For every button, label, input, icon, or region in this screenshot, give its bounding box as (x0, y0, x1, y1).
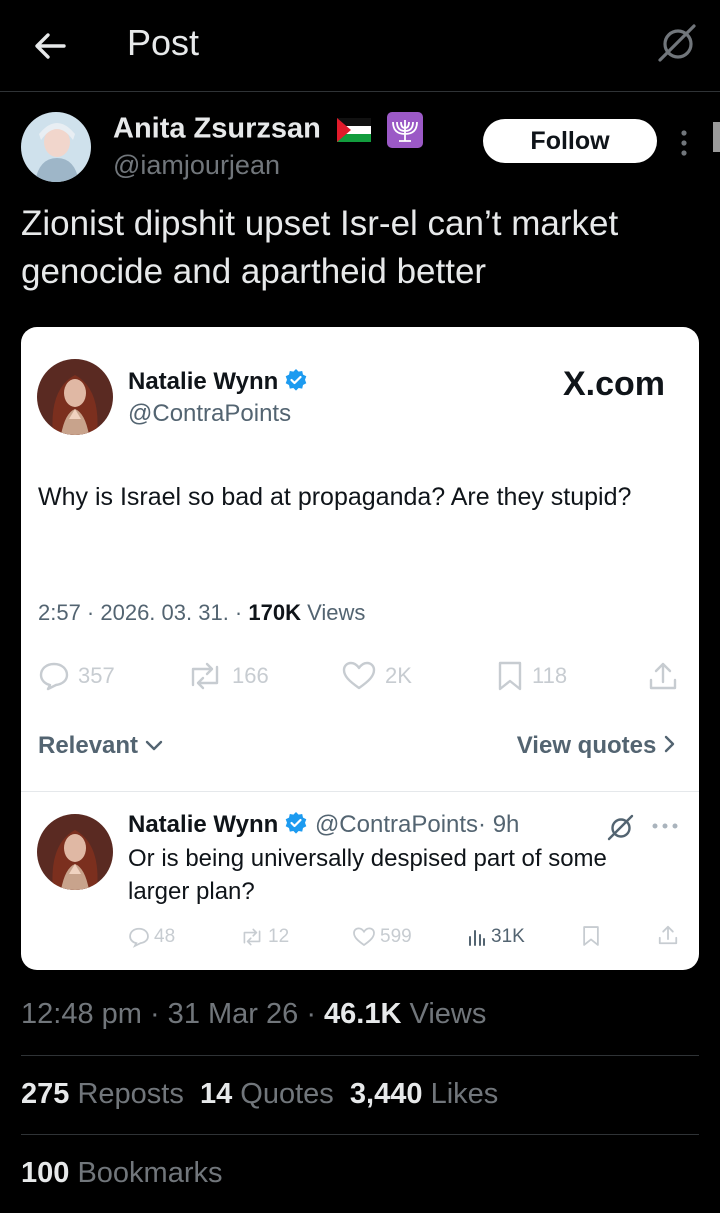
embed-author-handle[interactable]: @ContraPoints (128, 400, 291, 428)
quotes-count: 14 (199, 1078, 233, 1110)
embed-divider (21, 791, 699, 792)
stats-divider-2 (21, 1134, 699, 1135)
reply-repost-button[interactable]: 12 (240, 924, 289, 950)
back-arrow-icon[interactable] (30, 26, 70, 66)
reply-text: Or is being universally despised part of… (128, 845, 607, 905)
reply-like-count: 599 (380, 926, 412, 947)
reposts-stat[interactable]: 275 Reposts (21, 1078, 184, 1110)
embed-author-name[interactable]: Natalie Wynn (128, 368, 308, 396)
scrollbar[interactable] (713, 122, 720, 152)
bookmarks-stat[interactable]: 100 Bookmarks (21, 1157, 223, 1190)
embed-repost-button[interactable]: 166 (186, 660, 269, 692)
embed-reply-count: 357 (78, 663, 115, 688)
embed-post-meta: 2:57 · 2026. 03. 31. · 170K Views (38, 600, 365, 626)
post-views-count: 46.1K (324, 998, 402, 1030)
embed-post-text: Why is Israel so bad at propaganda? Are … (38, 483, 632, 511)
view-quotes-label: View quotes (516, 732, 657, 759)
embed-repost-count: 166 (232, 663, 269, 688)
bookmarks-count: 100 (21, 1157, 70, 1189)
reply-age: · 9h (478, 811, 520, 838)
reply-author-handle[interactable]: @ContraPoints (315, 811, 478, 838)
post-timestamp: 12:48 pm · 31 Mar 26 · 46.1K Views (21, 998, 486, 1031)
page-title: Post (127, 22, 200, 63)
share-icon[interactable] (647, 660, 679, 692)
post-views-label: Views (409, 998, 487, 1030)
sort-relevant-label: Relevant (38, 732, 139, 759)
embed-like-count: 2K (385, 663, 412, 688)
likes-stat[interactable]: 3,440 Likes (350, 1078, 498, 1110)
repost-icon (191, 662, 219, 690)
reply-author-avatar[interactable] (37, 814, 113, 890)
embed-reply-button[interactable]: 357 (38, 660, 115, 692)
chevron-down-icon (145, 740, 162, 751)
reply-header: Natalie Wynn @ContraPoints· 9h (128, 811, 519, 839)
grok-icon[interactable] (654, 22, 698, 66)
embedded-post-card[interactable]: Natalie Wynn @ContraPoints X.com Why is … (21, 327, 699, 970)
post-text: Zionist dipshit upset Isr-el can’t marke… (21, 204, 619, 291)
quotes-stat[interactable]: 14 Quotes (200, 1078, 334, 1110)
reply-author-name[interactable]: Natalie Wynn (128, 811, 278, 838)
likes-label: Likes (430, 1078, 499, 1110)
stats-divider (21, 1055, 699, 1056)
reply-repost-count: 12 (268, 926, 290, 947)
verified-badge-icon (285, 812, 307, 834)
author-handle[interactable]: @iamjourjean (113, 150, 280, 181)
embed-bookmark-button[interactable]: 118 (496, 660, 567, 692)
engagement-stats: 275 Reposts 14 Quotes 3,440 Likes (21, 1078, 498, 1111)
reply-reply-count: 48 (154, 926, 176, 947)
follow-button[interactable]: Follow (483, 119, 657, 163)
embed-bookmark-count: 118 (532, 663, 568, 688)
reposts-count: 275 (21, 1078, 70, 1110)
menorah-icon (387, 112, 423, 148)
header-divider (0, 91, 720, 92)
embed-post-time: 2:57 · 2026. 03. 31. · (38, 600, 243, 625)
bookmarks-label: Bookmarks (77, 1157, 223, 1189)
verified-badge-icon (285, 369, 307, 391)
bookmark-icon (498, 661, 522, 691)
quotes-label: Quotes (240, 1078, 334, 1110)
likes-count: 3,440 (349, 1078, 423, 1110)
source-label[interactable]: X.com (563, 365, 665, 404)
heart-icon (342, 661, 376, 690)
bookmark-icon[interactable] (581, 925, 601, 947)
post-time: 12:48 pm · 31 Mar 26 · (21, 998, 316, 1030)
embed-author-avatar[interactable] (37, 359, 113, 435)
repost-icon (243, 928, 261, 946)
heart-icon (353, 927, 375, 947)
author-name[interactable]: Anita Zsurzsan (113, 112, 423, 148)
embed-views-label: Views (307, 600, 366, 625)
reposts-label: Reposts (77, 1078, 184, 1110)
palestine-flag-icon (336, 118, 371, 142)
embed-like-button[interactable]: 2K (341, 660, 412, 692)
embed-views-count: 170K (248, 600, 301, 625)
share-icon[interactable] (657, 924, 679, 946)
reply-icon (39, 662, 69, 691)
chevron-right-icon (664, 735, 675, 753)
sort-relevant-button[interactable]: Relevant (38, 732, 163, 760)
author-avatar[interactable] (21, 112, 91, 182)
reply-icon (129, 927, 149, 948)
reply-views-button[interactable]: 31K (467, 924, 525, 950)
grok-icon[interactable] (605, 813, 635, 843)
embed-author-name-text: Natalie Wynn (128, 368, 279, 395)
author-name-text: Anita Zsurzsan (113, 112, 321, 145)
reply-like-button[interactable]: 599 (352, 924, 412, 950)
more-options-icon[interactable] (651, 821, 679, 831)
reply-views-count: 31K (491, 926, 525, 947)
more-options-icon[interactable] (676, 126, 692, 160)
views-chart-icon (469, 930, 485, 946)
view-quotes-link[interactable]: View quotes (517, 732, 677, 760)
reply-reply-button[interactable]: 48 (128, 924, 175, 950)
